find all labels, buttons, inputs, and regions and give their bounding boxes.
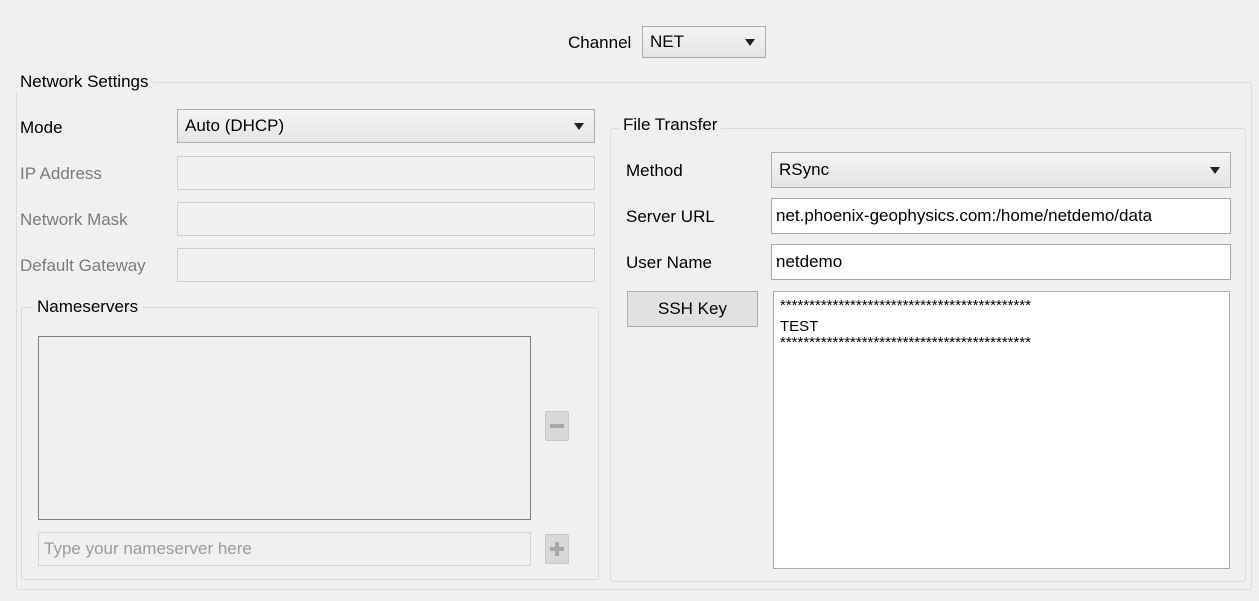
plus-icon — [550, 542, 564, 556]
network-mask-label: Network Mask — [20, 210, 128, 229]
chevron-down-icon — [574, 123, 584, 130]
ssh-key-line: ****************************************… — [780, 334, 1032, 351]
nameserver-input-placeholder: Type your nameserver here — [44, 539, 252, 558]
ssh-key-button[interactable]: SSH Key — [627, 291, 758, 327]
ip-address-label: IP Address — [20, 164, 102, 183]
chevron-down-icon — [745, 39, 755, 46]
user-name-label: User Name — [626, 253, 712, 272]
ssh-key-textarea[interactable]: ****************************************… — [773, 291, 1230, 569]
add-nameserver-button[interactable] — [545, 534, 569, 564]
default-gateway-field[interactable] — [177, 248, 595, 282]
ssh-key-line: ****************************************… — [780, 297, 1032, 314]
settings-panel: Channel NET Network Settings Mode Auto (… — [0, 0, 1259, 601]
channel-value: NET — [650, 32, 684, 51]
minus-icon — [550, 424, 564, 428]
server-url-field[interactable]: net.phoenix-geophysics.com:/home/netdemo… — [771, 198, 1231, 234]
user-name-field[interactable]: netdemo — [771, 244, 1231, 280]
nameservers-title: Nameservers — [33, 297, 143, 317]
mode-value: Auto (DHCP) — [185, 116, 285, 135]
nameserver-input[interactable]: Type your nameserver here — [38, 532, 531, 566]
network-settings-title: Network Settings — [16, 72, 153, 92]
channel-label: Channel — [568, 33, 632, 52]
mode-select[interactable]: Auto (DHCP) — [177, 109, 595, 143]
chevron-down-icon — [1210, 167, 1220, 174]
network-mask-field[interactable] — [177, 202, 595, 236]
method-value: RSync — [779, 160, 830, 179]
remove-nameserver-button[interactable] — [545, 411, 569, 441]
server-url-label: Server URL — [626, 207, 715, 226]
method-select[interactable]: RSync — [771, 152, 1231, 188]
nameservers-list[interactable] — [38, 336, 531, 520]
method-label: Method — [626, 161, 683, 180]
ssh-key-line: TEST — [780, 318, 819, 335]
ssh-key-button-label: SSH Key — [658, 299, 727, 318]
default-gateway-label: Default Gateway — [20, 256, 146, 275]
ip-address-field[interactable] — [177, 156, 595, 190]
channel-select[interactable]: NET — [642, 26, 766, 58]
mode-label: Mode — [20, 118, 63, 137]
file-transfer-title: File Transfer — [619, 115, 722, 135]
